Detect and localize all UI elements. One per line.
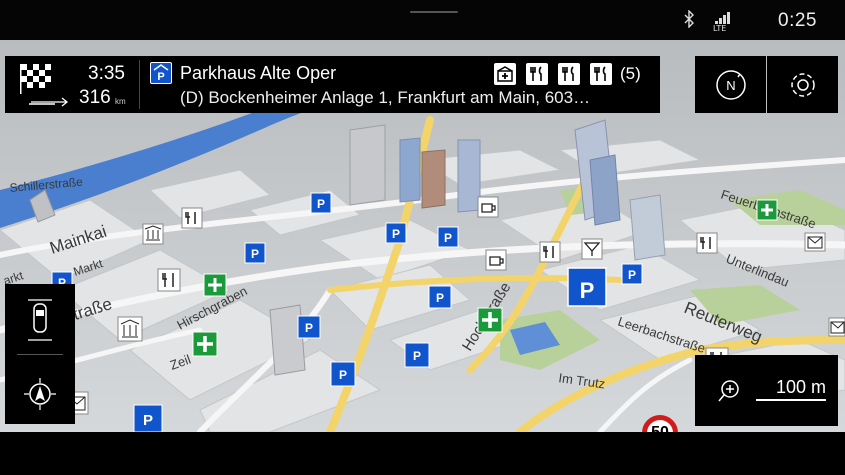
restaurant-icon	[526, 63, 548, 85]
museum-icon[interactable]	[117, 316, 143, 342]
mail-icon[interactable]	[804, 232, 826, 252]
svg-text:N: N	[726, 78, 735, 93]
position-button[interactable]	[5, 356, 75, 424]
drag-handle[interactable]	[410, 11, 458, 13]
parking-icon[interactable]: P	[330, 361, 356, 387]
destination-address: (D) Bockenheimer Anlage 1, Frankfurt am …	[180, 88, 591, 107]
parking-icon: P	[150, 62, 172, 84]
destination-parking-icon[interactable]: P	[567, 267, 607, 307]
bluetooth-icon	[683, 9, 695, 33]
parking-icon[interactable]: P	[133, 404, 163, 432]
divider	[139, 60, 140, 109]
svg-text:P: P	[628, 268, 636, 282]
restaurant-icon[interactable]	[181, 207, 203, 229]
restaurant-icon[interactable]	[157, 268, 181, 292]
zoom-in-icon[interactable]	[717, 379, 741, 408]
pharmacy-icon[interactable]	[192, 331, 218, 357]
remaining-distance: 316	[79, 87, 111, 108]
destination-poi-row[interactable]: (5)	[494, 63, 641, 85]
svg-text:P: P	[251, 247, 259, 261]
pharmacy-icon[interactable]	[203, 273, 227, 297]
status-bar: LTE 0:25	[0, 0, 845, 40]
lte-signal-icon: LTE	[711, 11, 735, 33]
parking-icon[interactable]: P	[404, 342, 430, 368]
cafe-icon[interactable]	[477, 196, 499, 218]
eta-time: 3:35	[88, 63, 125, 84]
distance-arrow-icon	[31, 94, 71, 112]
poi-count: (5)	[620, 64, 641, 83]
restaurant-icon[interactable]	[539, 241, 561, 263]
svg-text:P: P	[305, 321, 313, 335]
svg-text:P: P	[317, 197, 325, 211]
svg-text:P: P	[143, 412, 153, 429]
svg-text:P: P	[157, 71, 164, 83]
pharmacy-icon[interactable]	[756, 199, 778, 221]
svg-text:P: P	[436, 291, 444, 305]
parking-icon[interactable]: P	[621, 263, 643, 285]
hospital-icon	[494, 63, 516, 85]
route-info-panel[interactable]: 3:35 316 km P Parkhaus Alte Oper (D) Boc…	[5, 56, 660, 113]
svg-text:P: P	[413, 349, 421, 363]
map-scale-bar	[756, 399, 826, 401]
clock: 0:25	[778, 10, 817, 31]
parking-icon[interactable]: P	[437, 226, 459, 248]
cafe-icon[interactable]	[485, 249, 507, 271]
svg-text:P: P	[580, 278, 595, 303]
distance-unit: km	[115, 97, 126, 106]
svg-text:P: P	[444, 231, 452, 245]
navigation-arrow-icon	[22, 376, 58, 417]
car-top-view-icon	[24, 296, 56, 349]
museum-icon[interactable]	[142, 223, 164, 245]
svg-text:P: P	[392, 227, 400, 241]
pharmacy-icon[interactable]	[477, 307, 503, 333]
mail-icon[interactable]	[828, 317, 845, 337]
bottom-bar	[0, 432, 845, 475]
map-settings-button[interactable]	[767, 56, 838, 113]
zoom-panel[interactable]: 100 m	[695, 355, 838, 426]
destination-name: Parkhaus Alte Oper	[180, 63, 337, 83]
parking-icon[interactable]: P	[244, 242, 266, 264]
map-orientation-button[interactable]: N	[695, 56, 766, 113]
network-label: LTE	[713, 23, 727, 33]
restaurant-icon[interactable]	[696, 232, 718, 254]
view-control-panel	[5, 284, 75, 424]
map-scale-label: 100 m	[775, 377, 826, 397]
divider	[17, 354, 63, 355]
parking-icon[interactable]: P	[297, 315, 321, 339]
bar-icon[interactable]	[581, 238, 603, 260]
vehicle-view-button[interactable]	[5, 284, 75, 354]
parking-icon[interactable]: P	[310, 192, 332, 214]
parking-icon[interactable]: P	[428, 285, 452, 309]
restaurant-icon	[590, 63, 612, 85]
svg-text:P: P	[339, 368, 347, 382]
parking-icon[interactable]: P	[385, 222, 407, 244]
restaurant-icon	[558, 63, 580, 85]
